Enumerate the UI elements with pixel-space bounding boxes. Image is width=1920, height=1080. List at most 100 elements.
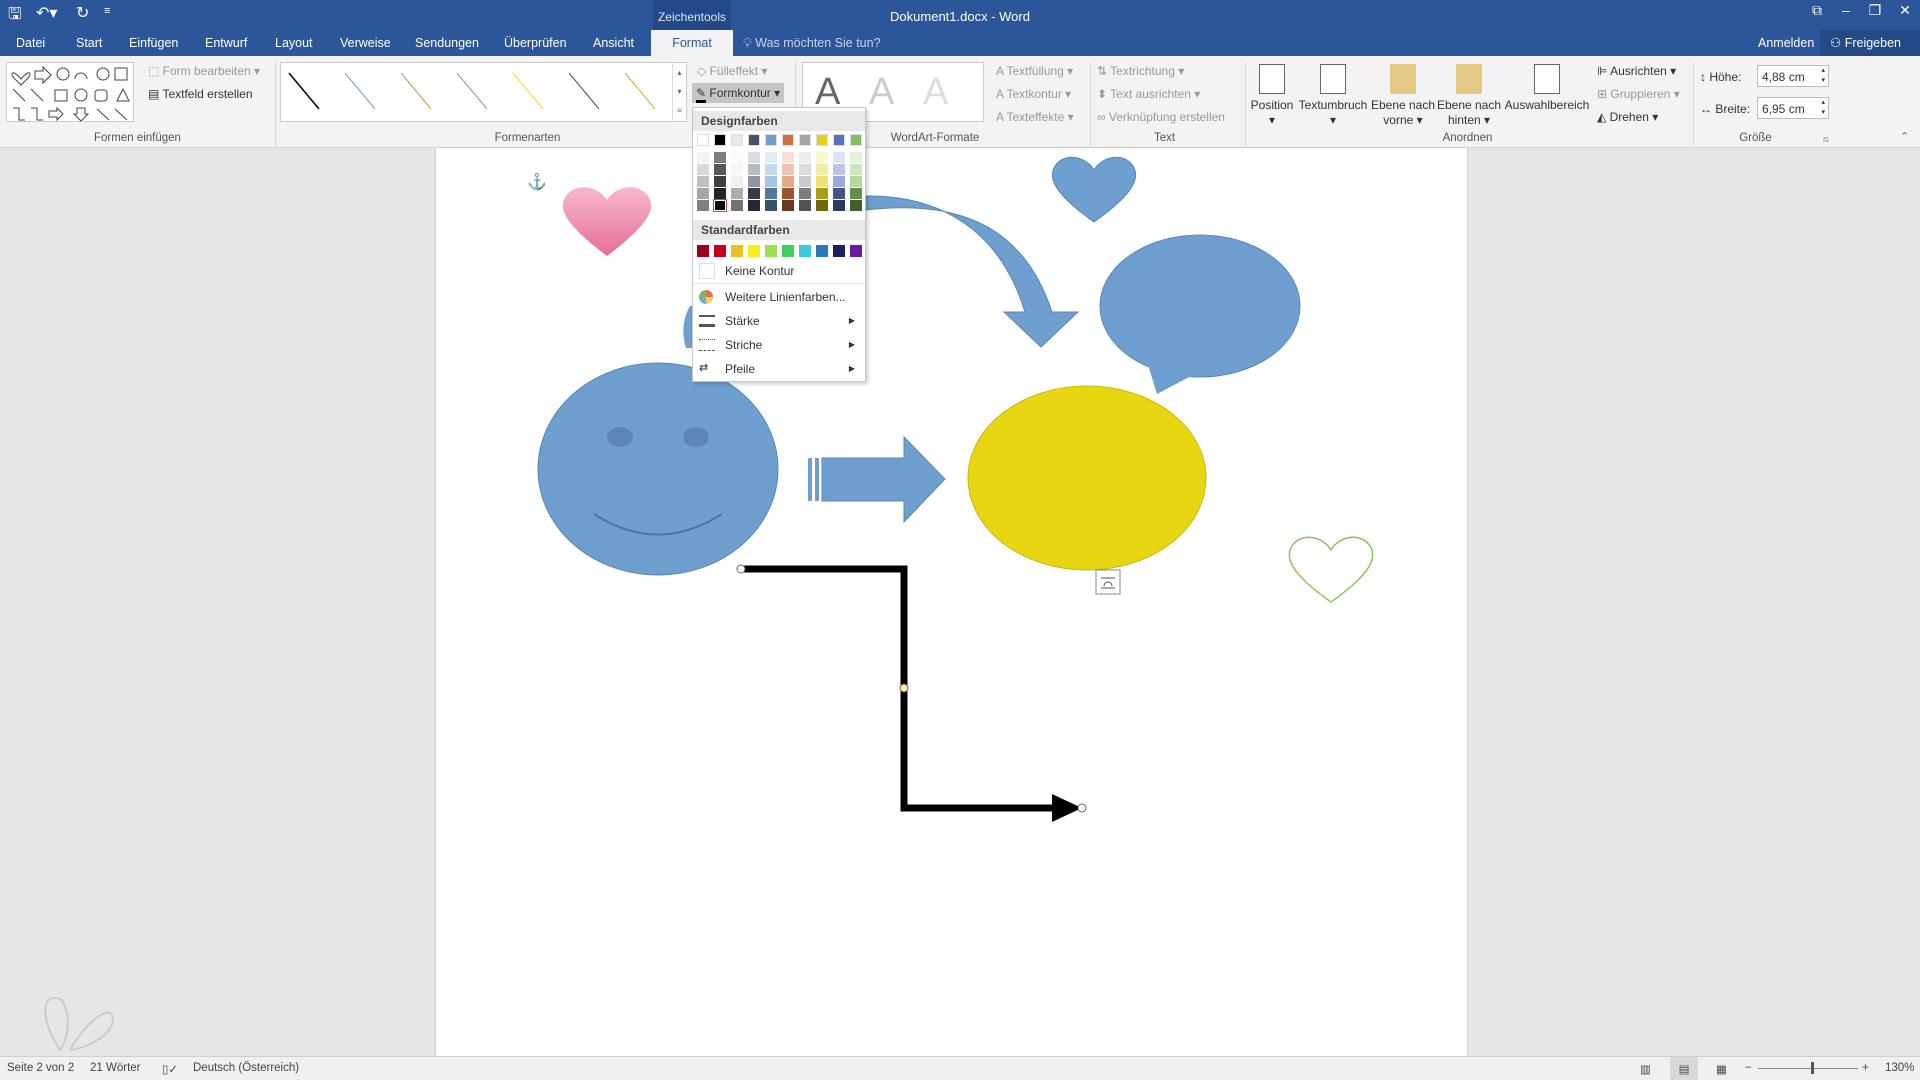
line-style-option[interactable]	[400, 72, 432, 110]
height-input[interactable]: 4,88 cm ▴ ▾	[1757, 65, 1829, 87]
shape-styles-gallery[interactable]: ▴ ▾ ≡	[280, 62, 687, 122]
standard-color-swatch[interactable]	[714, 245, 726, 257]
text-box-button[interactable]: ▤ Textfeld erstellen	[148, 87, 253, 101]
line-style-option[interactable]	[456, 72, 488, 110]
dashes-item[interactable]: Striche ▶	[693, 334, 865, 356]
theme-color-swatch[interactable]	[850, 134, 862, 146]
fill-button[interactable]: ◇ Fülleffekt ▾	[697, 64, 767, 78]
theme-color-shade-swatch[interactable]	[731, 200, 743, 211]
wordart-style-2[interactable]: A	[869, 71, 894, 114]
theme-color-swatch[interactable]	[731, 134, 743, 146]
theme-color-shade-swatch[interactable]	[765, 176, 777, 187]
theme-color-shade-swatch[interactable]	[697, 176, 709, 187]
theme-color-shade-swatch[interactable]	[748, 152, 760, 163]
wrap-text-button[interactable]: Textumbruch ▾	[1296, 64, 1370, 128]
theme-color-shade-swatch[interactable]	[748, 200, 760, 211]
width-spinner[interactable]: ▴ ▾	[1821, 98, 1825, 118]
create-link-button[interactable]: ∞ Verknüpfung erstellen	[1097, 110, 1225, 124]
theme-color-swatch[interactable]	[816, 134, 828, 146]
outline-button[interactable]: ✎ Formkontur ▾	[692, 83, 785, 103]
theme-color-shade-swatch[interactable]	[697, 164, 709, 175]
theme-color-shade-swatch[interactable]	[714, 188, 726, 199]
close-button[interactable]: ✕	[1893, 2, 1917, 19]
standard-color-swatch[interactable]	[816, 245, 828, 257]
edit-shape-button[interactable]: ⬚ Form bearbeiten ▾	[148, 64, 260, 78]
pink-heart-shape[interactable]	[562, 187, 652, 256]
theme-color-shade-swatch[interactable]	[850, 188, 862, 199]
theme-color-shade-swatch[interactable]	[714, 152, 726, 163]
language[interactable]: Deutsch (Österreich)	[193, 1062, 299, 1074]
shapes-gallery[interactable]	[6, 62, 134, 122]
standard-color-swatch[interactable]	[731, 245, 743, 257]
striped-right-arrow-shape[interactable]	[821, 435, 946, 524]
tab-ansicht[interactable]: Ansicht	[593, 36, 634, 50]
theme-color-shade-swatch[interactable]	[816, 164, 828, 175]
theme-color-shade-swatch[interactable]	[833, 152, 845, 163]
width-input[interactable]: 6,95 cm ▴ ▾	[1757, 97, 1829, 119]
theme-color-swatch[interactable]	[714, 134, 726, 146]
zoom-slider-thumb[interactable]	[1810, 1062, 1814, 1074]
theme-color-shade-swatch[interactable]	[850, 152, 862, 163]
read-mode-icon[interactable]: ▥	[1640, 1062, 1651, 1076]
tell-me-search[interactable]: 💡︎ Was möchten Sie tun?	[743, 36, 881, 51]
theme-color-shade-swatch[interactable]	[731, 164, 743, 175]
tab-einfuegen[interactable]: Einfügen	[129, 36, 178, 50]
collapse-ribbon-icon[interactable]: ⌃	[1900, 130, 1909, 143]
tab-verweise[interactable]: Verweise	[340, 36, 391, 50]
text-align-button[interactable]: ⬍ Text ausrichten ▾	[1097, 87, 1200, 101]
theme-color-shade-swatch[interactable]	[833, 164, 845, 175]
tab-layout[interactable]: Layout	[275, 36, 313, 50]
theme-color-shade-swatch[interactable]	[782, 188, 794, 199]
wordart-style-3[interactable]: A	[923, 71, 948, 114]
theme-color-shade-swatch[interactable]	[748, 188, 760, 199]
tab-sendungen[interactable]: Sendungen	[415, 36, 479, 50]
gallery-scroll[interactable]: ▴ ▾ ≡	[672, 63, 686, 121]
send-backward-button[interactable]: Ebene nach hinten ▾	[1436, 64, 1502, 128]
ribbon-display-icon[interactable]: ⧉	[1805, 2, 1829, 19]
text-outline-button[interactable]: A Textkontur ▾	[996, 87, 1071, 101]
smiley-face-shape[interactable]	[537, 362, 779, 576]
curved-arrow-shape[interactable]	[865, 195, 1080, 348]
connector-mid-handle[interactable]	[899, 683, 909, 693]
standard-color-swatch[interactable]	[833, 245, 845, 257]
theme-color-shade-swatch[interactable]	[833, 200, 845, 211]
theme-color-shade-swatch[interactable]	[850, 164, 862, 175]
zoom-out-button[interactable]: −	[1745, 1062, 1752, 1074]
theme-color-shade-swatch[interactable]	[816, 188, 828, 199]
theme-color-shade-swatch[interactable]	[816, 200, 828, 211]
theme-color-shade-swatch[interactable]	[731, 152, 743, 163]
no-outline-item[interactable]: Keine Kontur	[693, 260, 865, 282]
theme-color-shade-swatch[interactable]	[782, 164, 794, 175]
standard-color-swatch[interactable]	[697, 245, 709, 257]
theme-color-shade-swatch[interactable]	[816, 176, 828, 187]
connector-end-handle[interactable]	[1077, 803, 1087, 813]
yellow-ellipse-shape[interactable]	[967, 385, 1207, 571]
theme-color-swatch[interactable]	[765, 134, 777, 146]
zoom-in-button[interactable]: +	[1862, 1062, 1869, 1074]
zoom-slider[interactable]	[1758, 1068, 1858, 1069]
more-line-colors-item[interactable]: Weitere Linienfarben...	[693, 286, 865, 308]
theme-color-shade-swatch[interactable]	[799, 188, 811, 199]
size-dialog-launcher[interactable]: ⧅	[1823, 134, 1829, 145]
group-button[interactable]: ⊞ Gruppieren ▾	[1597, 87, 1680, 101]
print-layout-icon[interactable]: ▤	[1670, 1057, 1698, 1080]
bring-forward-button[interactable]: Ebene nach vorne ▾	[1370, 64, 1436, 128]
tab-format[interactable]: Format	[651, 30, 733, 56]
theme-color-shade-swatch[interactable]	[833, 188, 845, 199]
theme-color-shade-swatch[interactable]	[782, 152, 794, 163]
theme-color-shade-swatch[interactable]	[799, 164, 811, 175]
minimize-button[interactable]: –	[1834, 2, 1858, 18]
theme-color-shade-swatch[interactable]	[697, 200, 709, 211]
text-effects-button[interactable]: A Texteffekte ▾	[996, 110, 1074, 124]
theme-color-shade-swatch[interactable]	[833, 176, 845, 187]
standard-color-swatch[interactable]	[748, 245, 760, 257]
theme-color-shade-swatch[interactable]	[731, 176, 743, 187]
line-style-option[interactable]	[624, 72, 656, 110]
line-style-option[interactable]	[288, 72, 320, 110]
line-style-option[interactable]	[568, 72, 600, 110]
theme-color-shade-swatch[interactable]	[748, 164, 760, 175]
line-style-option[interactable]	[344, 72, 376, 110]
text-fill-button[interactable]: A Textfüllung ▾	[996, 64, 1073, 78]
line-style-option[interactable]	[512, 72, 544, 110]
text-direction-button[interactable]: ⇅ Textrichtung ▾	[1097, 64, 1184, 78]
